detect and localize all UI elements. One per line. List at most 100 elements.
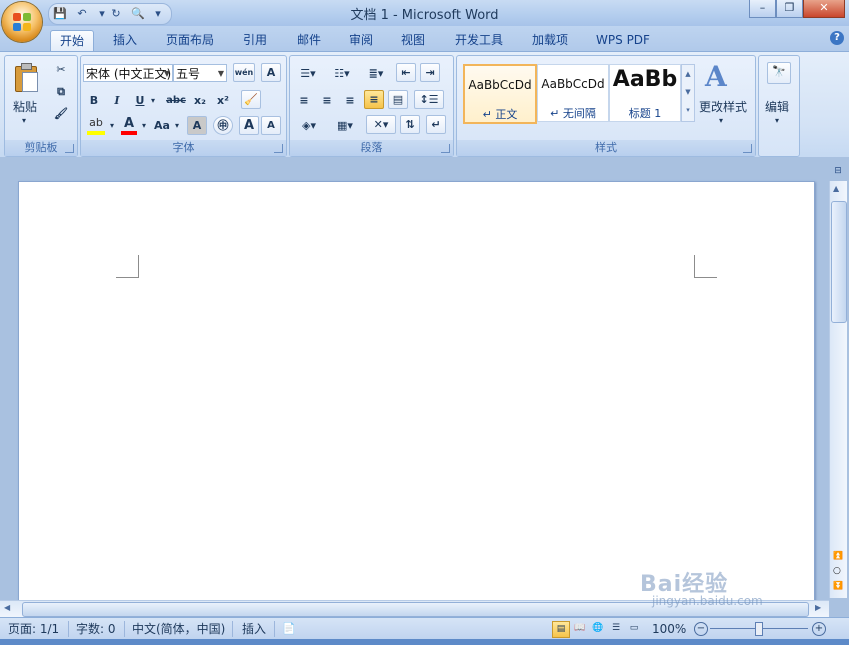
cut-icon[interactable]: ✂	[51, 60, 71, 79]
help-icon[interactable]: ?	[830, 31, 844, 45]
underline-button[interactable]: U	[130, 91, 150, 110]
undo-icon[interactable]: ↶	[73, 6, 91, 22]
status-insert-mode[interactable]: 插入	[242, 621, 266, 637]
full-screen-reading-icon[interactable]: 📖	[572, 621, 588, 636]
scroll-right-icon[interactable]: ▶	[815, 603, 821, 612]
editing-dropdown-icon[interactable]: ▾	[775, 116, 779, 125]
redo-icon[interactable]: ↻	[107, 6, 125, 22]
underline-dropdown-icon[interactable]: ▾	[148, 91, 158, 110]
font-color-dropdown-icon[interactable]: ▾	[139, 116, 149, 135]
font-color-icon[interactable]: A	[119, 116, 139, 136]
line-spacing-icon[interactable]: ↕☰	[414, 90, 444, 109]
status-word-count[interactable]: 字数: 0	[76, 621, 116, 637]
zoom-level[interactable]: 100%	[652, 621, 686, 637]
save-icon[interactable]: 💾	[51, 6, 69, 22]
vertical-scrollbar[interactable]: ▲ ⏫ ○ ⏬	[829, 181, 847, 598]
highlight-dropdown-icon[interactable]: ▾	[107, 116, 117, 135]
print-preview-icon[interactable]: 🔍	[129, 6, 147, 22]
change-case-dropdown-icon[interactable]: ▾	[173, 116, 181, 135]
document-page[interactable]	[18, 181, 815, 608]
zoom-slider-thumb[interactable]	[755, 622, 763, 636]
maximize-button[interactable]: ❐	[776, 0, 803, 18]
style-no-spacing[interactable]: AaBbCcDd ↵ 无间隔	[537, 64, 609, 122]
scroll-left-icon[interactable]: ◀	[4, 603, 10, 612]
paragraph-launcher-icon[interactable]	[441, 144, 450, 153]
multilevel-list-icon[interactable]: ≣▾	[362, 64, 390, 83]
borders-icon[interactable]: ▦▾	[330, 116, 360, 135]
find-binoculars-icon[interactable]: 🔭	[767, 62, 791, 84]
highlight-icon[interactable]: ab	[85, 116, 107, 136]
shading-icon[interactable]: ◈▾	[294, 116, 324, 135]
office-button[interactable]	[2, 2, 42, 42]
macro-record-icon[interactable]: 📄	[282, 621, 296, 637]
subscript-button[interactable]: x₂	[190, 91, 210, 110]
tab-developer[interactable]: 开发工具	[446, 30, 512, 51]
tab-add-ins[interactable]: 加载项	[524, 30, 576, 51]
browse-object-icon[interactable]: ○	[833, 566, 841, 576]
outline-view-icon[interactable]: ☰	[608, 621, 624, 636]
web-layout-icon[interactable]: 🌐	[590, 621, 606, 636]
shrink-font-button[interactable]: A	[261, 116, 281, 135]
font-name-combo[interactable]: 宋体 (中文正文) ▼	[83, 64, 173, 82]
paste-dropdown-icon[interactable]: ▾	[22, 116, 26, 125]
tab-view[interactable]: 视图	[392, 30, 434, 51]
previous-page-icon[interactable]: ⏫	[833, 551, 843, 560]
font-size-dropdown-icon[interactable]: ▼	[218, 65, 224, 81]
draft-view-icon[interactable]: ▭	[626, 621, 642, 636]
distributed-icon[interactable]: ▤	[388, 90, 408, 109]
change-case-button[interactable]: Aa	[151, 116, 173, 135]
italic-button[interactable]: I	[107, 91, 127, 110]
show-marks-icon[interactable]: ↵	[426, 115, 446, 134]
align-center-icon[interactable]: ≡	[317, 91, 337, 110]
tab-review[interactable]: 审阅	[340, 30, 382, 51]
change-styles-button[interactable]: 更改样式	[699, 98, 747, 115]
bold-button[interactable]: B	[84, 91, 104, 110]
scroll-up-icon[interactable]: ▲	[833, 184, 839, 193]
numbering-icon[interactable]: ☷▾	[328, 64, 356, 83]
styles-launcher-icon[interactable]	[743, 144, 752, 153]
enclose-char-icon[interactable]: ㊥	[213, 116, 233, 135]
char-shading-button[interactable]: A	[187, 116, 207, 135]
zoom-out-icon[interactable]: −	[694, 622, 708, 636]
tab-mailings[interactable]: 邮件	[288, 30, 330, 51]
clipboard-launcher-icon[interactable]	[65, 144, 74, 153]
zoom-in-icon[interactable]: +	[812, 622, 826, 636]
style-normal[interactable]: AaBbCcDd ↵ 正文	[463, 64, 537, 124]
superscript-button[interactable]: x²	[213, 91, 233, 110]
customize-qat-icon[interactable]: ▾	[149, 6, 167, 22]
close-button[interactable]: ✕	[803, 0, 845, 18]
vertical-scroll-thumb[interactable]	[831, 201, 847, 323]
change-styles-icon[interactable]: A	[705, 60, 727, 93]
bullets-icon[interactable]: ☰▾	[294, 64, 322, 83]
decrease-indent-icon[interactable]: ⇤	[396, 63, 416, 82]
tab-references[interactable]: 引用	[234, 30, 276, 51]
tab-page-layout[interactable]: 页面布局	[160, 30, 220, 51]
minimize-button[interactable]: –	[749, 0, 776, 18]
next-page-icon[interactable]: ⏬	[833, 581, 843, 590]
paste-icon[interactable]	[14, 62, 38, 92]
font-name-dropdown-icon[interactable]: ▼	[164, 65, 170, 81]
view-ruler-icon[interactable]: ⊟	[831, 166, 845, 180]
justify-icon[interactable]: ≡	[364, 90, 384, 109]
styles-scroll[interactable]: ▲ ▼ ▾	[681, 64, 695, 122]
sort-icon[interactable]: ⇅	[400, 115, 420, 134]
tab-home[interactable]: 开始	[50, 30, 94, 52]
char-border-button[interactable]: A	[261, 63, 281, 82]
align-right-icon[interactable]: ≡	[340, 91, 360, 110]
status-language[interactable]: 中文(简体，中国)	[132, 621, 225, 637]
grow-font-button[interactable]: A	[239, 116, 259, 135]
status-page[interactable]: 页面: 1/1	[8, 621, 59, 637]
editing-button[interactable]: 编辑	[765, 98, 789, 115]
paste-button[interactable]: 粘贴	[13, 98, 37, 115]
font-launcher-icon[interactable]	[274, 144, 283, 153]
font-size-combo[interactable]: 五号 ▼	[173, 64, 227, 82]
align-left-icon[interactable]: ≡	[294, 91, 314, 110]
tab-insert[interactable]: 插入	[104, 30, 146, 51]
tab-wps-pdf[interactable]: WPS PDF	[590, 30, 656, 51]
strikethrough-button[interactable]: abc	[165, 91, 187, 110]
phonetic-guide-button[interactable]: wén	[233, 63, 255, 82]
style-heading-1[interactable]: AaBb 标题 1	[609, 64, 681, 122]
print-layout-icon[interactable]: ▤	[552, 621, 570, 638]
change-styles-dropdown-icon[interactable]: ▾	[719, 116, 723, 125]
increase-indent-icon[interactable]: ⇥	[420, 63, 440, 82]
